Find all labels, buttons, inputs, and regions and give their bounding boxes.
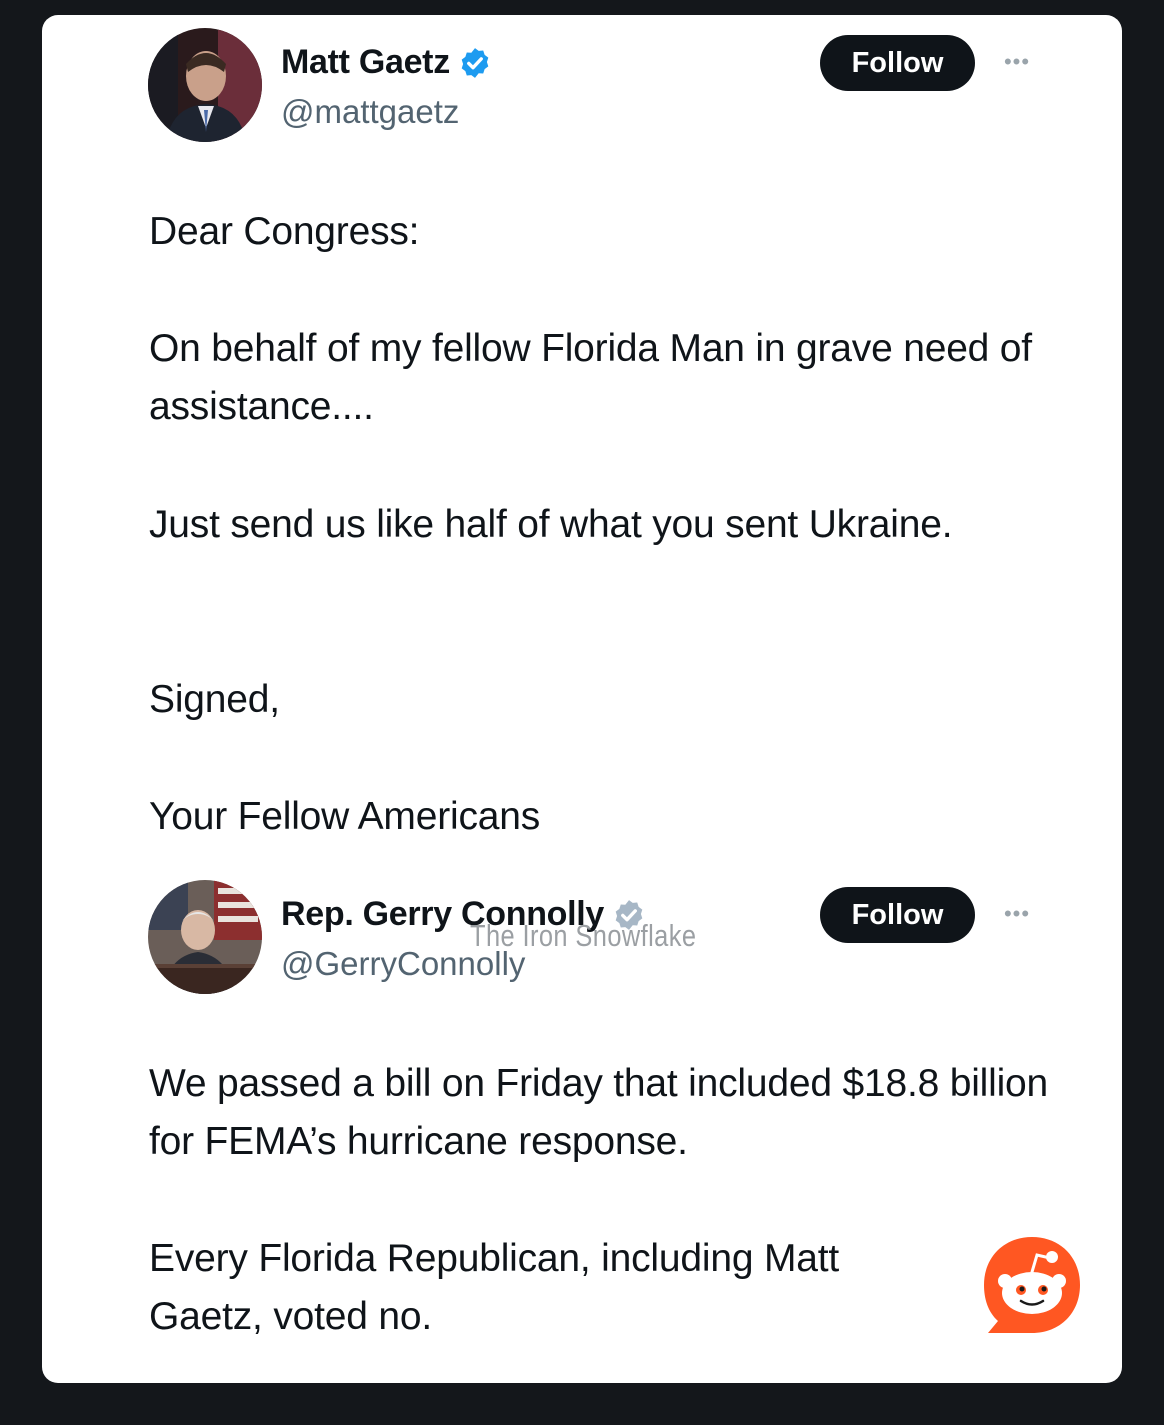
avatar-gaetz[interactable] [148, 28, 262, 142]
tweet-text-paragraph: Every Florida Republican, including Matt… [149, 1237, 840, 1338]
tweet-text-paragraph: Dear Congress: [149, 210, 420, 253]
tweet-text-paragraph: Your Fellow Americans [149, 795, 541, 838]
follow-button[interactable]: Follow [820, 887, 975, 943]
tweet-text-paragraph: On behalf of my fellow Florida Man in gr… [149, 327, 1032, 428]
more-options-icon[interactable]: ••• [997, 899, 1037, 929]
avatar-connolly-image [148, 880, 262, 994]
verified-badge-icon [458, 46, 492, 80]
more-options-icon[interactable]: ••• [997, 47, 1037, 77]
tweet-text-paragraph: We passed a bill on Friday that included… [149, 1062, 1049, 1163]
tweet-text-paragraph: Signed, [149, 678, 280, 721]
screenshot-card: Matt Gaetz @mattgaetz Follow ••• Dear Co… [42, 15, 1122, 1383]
tweet-header-gaetz: Matt Gaetz @mattgaetz Follow ••• [42, 15, 1122, 142]
watermark-text: The Iron Snowflake [470, 918, 697, 953]
author-handle[interactable]: @mattgaetz [281, 93, 459, 131]
author-name[interactable]: Matt Gaetz [281, 43, 450, 82]
avatar-connolly[interactable] [148, 880, 262, 994]
author-name-row: Matt Gaetz [281, 43, 492, 82]
avatar-gaetz-image [148, 28, 262, 142]
follow-button[interactable]: Follow [820, 35, 975, 91]
reddit-snoo-icon [980, 1233, 1084, 1337]
tweet-text-paragraph: Just send us like half of what you sent … [149, 503, 953, 546]
